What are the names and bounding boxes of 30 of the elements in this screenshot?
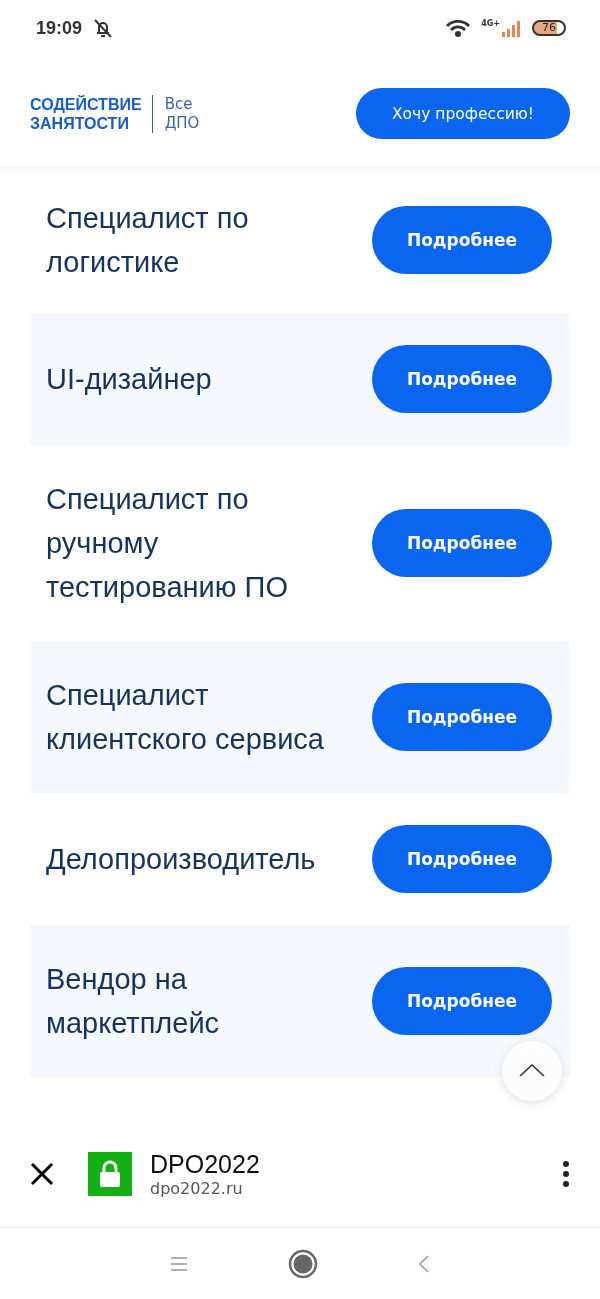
profession-title: Специалист по ручному тестированию ПО	[46, 482, 289, 605]
details-button[interactable]: Подробнее	[372, 967, 552, 1035]
profession-title: Специалист по логистике	[46, 201, 250, 280]
wifi-icon	[445, 18, 472, 38]
home-icon[interactable]	[288, 1248, 318, 1279]
details-button[interactable]: Подробнее	[372, 345, 552, 413]
clock-time: 19:09	[36, 17, 83, 39]
back-icon[interactable]	[418, 1254, 430, 1273]
muted-bell-icon	[92, 17, 115, 39]
details-button[interactable]: Подробнее	[372, 683, 552, 751]
page-title: DPO2022	[150, 1149, 261, 1179]
section-label: ДПО	[164, 113, 200, 133]
profession-title: UI-дизайнер	[46, 362, 213, 397]
logo-text: ЗАНЯТОСТИ	[30, 113, 130, 133]
more-icon[interactable]	[562, 1159, 570, 1188]
profession-title: Делопроизводитель	[46, 842, 317, 877]
details-button[interactable]: Подробнее	[372, 825, 552, 893]
network-type: 4G+	[481, 19, 500, 28]
lock-icon	[88, 1151, 132, 1196]
signal-icon	[500, 19, 522, 37]
logo-text: СОДЕЙСТВИЕ	[30, 94, 142, 114]
close-icon[interactable]	[30, 1161, 54, 1186]
section-label: Все	[164, 94, 194, 114]
page-url: dpo2022.ru	[150, 1178, 244, 1198]
details-button[interactable]: Подробнее	[372, 206, 552, 274]
details-button[interactable]: Подробнее	[372, 509, 552, 577]
want-profession-button[interactable]: Хочу профессию!	[356, 88, 570, 139]
battery-level: 76	[532, 20, 566, 36]
profession-title: Специалист клиентского сервиса	[46, 678, 325, 757]
profession-title: Вендор на маркетплейс	[46, 962, 221, 1041]
